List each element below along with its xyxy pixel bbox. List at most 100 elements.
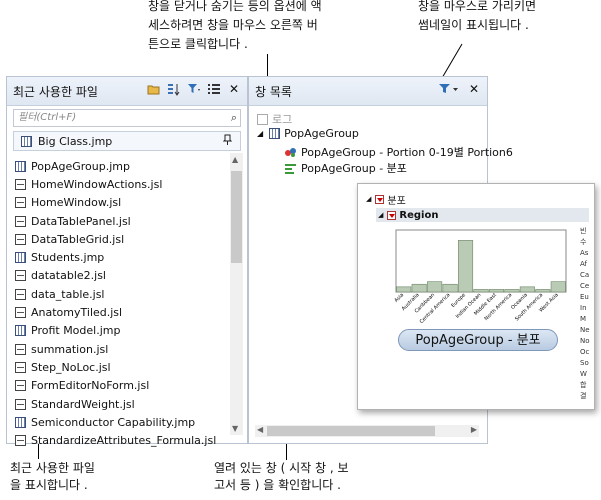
jsl-file-icon	[15, 398, 26, 410]
panel-header: 창 목록 ✕	[249, 77, 487, 106]
file-name: data_table.jsl	[31, 287, 105, 301]
filter-input[interactable]: 필터(Ctrl+F) ⌕	[13, 109, 241, 127]
scrollbar-thumb[interactable]	[231, 171, 242, 263]
file-name: Profit Model.jmp	[31, 324, 121, 338]
list-item[interactable]: StandardWeight.jsl	[15, 395, 225, 413]
tree-item-portion[interactable]: PopAgeGroup - Portion 0-19별 Portion6	[285, 144, 513, 160]
jsl-file-icon	[15, 435, 26, 447]
filter-icon[interactable]	[437, 82, 461, 96]
list-item[interactable]: Profit Model.jmp	[15, 322, 225, 340]
file-name: Students.jmp	[31, 251, 105, 265]
pin-icon[interactable]	[222, 134, 233, 148]
bar-middle-east	[488, 289, 504, 293]
list-item[interactable]: datatable2.jsl	[15, 267, 225, 285]
scroll-up-icon[interactable]: ▲	[232, 155, 238, 164]
bar-north-america	[504, 289, 520, 293]
panel-header: 최근 사용한 파일 ✕	[7, 77, 247, 106]
bar-oceania	[519, 286, 535, 293]
thumbnail-tooltip: PopAgeGroup - 분포	[398, 329, 558, 351]
jsl-file-icon	[15, 361, 26, 373]
list-item[interactable]: StandardizeAttributes_Formula.jsl	[15, 431, 225, 449]
tree-item-label: PopAgeGroup - 분포	[301, 162, 407, 175]
list-item[interactable]: PopAgeGroup.jmp	[15, 157, 225, 175]
list-item[interactable]: FormEditorNoForm.jsl	[15, 377, 225, 395]
recent-file-list: PopAgeGroup.jmp HomeWindowActions.jsl Home…	[15, 157, 225, 450]
list-view-icon[interactable]	[207, 82, 221, 96]
close-icon[interactable]: ✕	[467, 82, 481, 96]
filter-placeholder: 필터(Ctrl+F)	[18, 112, 77, 123]
scroll-down-icon[interactable]: ▼	[232, 424, 238, 433]
window-thumbnail[interactable]: ◢ 분포 ◢ Region Asia Australia Caribbean Cent…	[357, 183, 595, 410]
bar-central-america	[442, 283, 458, 293]
collapse-icon: ◢	[366, 195, 372, 203]
panel-title: 창 목록	[255, 85, 292, 99]
bar-australia	[411, 283, 427, 293]
tree-item-group[interactable]: ◢ PopAgeGroup	[257, 127, 359, 140]
list-item[interactable]: DataTableGrid.jsl	[15, 230, 225, 248]
scroll-right-icon[interactable]: ▶	[471, 425, 477, 434]
list-item[interactable]: Step_NoLoc.jsl	[15, 358, 225, 376]
jsl-file-icon	[15, 233, 26, 245]
thumbnail-header: ◢ 분포	[366, 192, 406, 207]
file-name: HomeWindow.jsl	[31, 196, 122, 210]
open-folder-icon[interactable]	[147, 82, 161, 96]
bar-west-asia	[550, 281, 566, 293]
list-item[interactable]: HomeWindowActions.jsl	[15, 175, 225, 193]
list-item[interactable]: Students.jmp	[15, 248, 225, 266]
list-item[interactable]: Semiconductor Capability.jmp	[15, 413, 225, 431]
list-item[interactable]: HomeWindow.jsl	[15, 194, 225, 212]
portion-report-icon	[285, 147, 296, 157]
bar-south-america	[535, 289, 551, 293]
distribution-report-icon	[285, 163, 296, 174]
tree-item-label: PopAgeGroup - Portion 0-19별 Portion6	[301, 146, 513, 159]
file-name: DataTableGrid.jsl	[31, 232, 125, 246]
jsl-file-icon	[15, 215, 26, 227]
list-item[interactable]: summation.jsl	[15, 340, 225, 358]
horizontal-scrollbar[interactable]: ◀ ▶	[255, 425, 479, 437]
jsl-file-icon	[15, 307, 26, 319]
plot-frame	[395, 229, 567, 293]
sort-icon[interactable]	[167, 82, 181, 96]
file-name: Semiconductor Capability.jmp	[31, 415, 196, 429]
filter-icon[interactable]	[187, 82, 201, 96]
red-triangle-menu-icon	[387, 210, 397, 220]
tree-item-distribution[interactable]: PopAgeGroup - 분포	[285, 160, 407, 176]
file-name: datatable2.jsl	[31, 269, 106, 283]
jmp-file-icon	[15, 252, 26, 264]
log-icon	[257, 113, 268, 125]
list-item[interactable]: AnatomyTiled.jsl	[15, 303, 225, 321]
vertical-scrollbar[interactable]: ▲ ▼	[230, 153, 243, 435]
bar-caribbean	[427, 281, 443, 293]
recent-files-panel: 최근 사용한 파일 ✕ 필터(Ctrl+F) ⌕ Big Class.jmp P…	[6, 76, 248, 447]
jmp-file-icon	[15, 160, 26, 172]
pinned-file[interactable]: Big Class.jmp	[13, 131, 241, 151]
file-name: StandardizeAttributes_Formula.jsl	[31, 434, 217, 448]
close-icon[interactable]: ✕	[227, 82, 241, 96]
expand-arrow-icon[interactable]: ◢	[257, 129, 263, 138]
bar-asia	[396, 286, 412, 293]
tree-item-log[interactable]: 로그	[257, 111, 292, 127]
bar-indian-ocean	[473, 289, 489, 293]
pinned-file-name: Big Class.jmp	[38, 135, 113, 148]
list-item[interactable]: DataTablePanel.jsl	[15, 212, 225, 230]
file-name: FormEditorNoForm.jsl	[31, 379, 150, 393]
thumbnail-title: 분포	[387, 195, 406, 207]
file-name: summation.jsl	[31, 342, 109, 356]
file-name: DataTablePanel.jsl	[31, 214, 131, 228]
panel-title: 최근 사용한 파일	[13, 85, 98, 99]
scroll-left-icon[interactable]: ◀	[257, 425, 263, 434]
jsl-file-icon	[15, 288, 26, 300]
thumbnail-subheader: ◢ Region	[376, 208, 589, 222]
region-bar-chart: AsiaAustraliaCaribbeanCentral AmericaEur…	[393, 229, 567, 324]
bar-europe	[458, 240, 474, 293]
jsl-file-icon	[15, 380, 26, 392]
list-item[interactable]: data_table.jsl	[15, 285, 225, 303]
jsl-file-icon	[15, 197, 26, 209]
search-icon[interactable]: ⌕	[231, 110, 237, 126]
jsl-file-icon	[15, 178, 26, 190]
scrollbar-thumb[interactable]	[267, 426, 435, 436]
file-name: AnatomyTiled.jsl	[31, 306, 123, 320]
jsl-file-icon	[15, 343, 26, 355]
jmp-file-icon	[15, 325, 26, 337]
collapse-icon: ◢	[378, 211, 384, 219]
